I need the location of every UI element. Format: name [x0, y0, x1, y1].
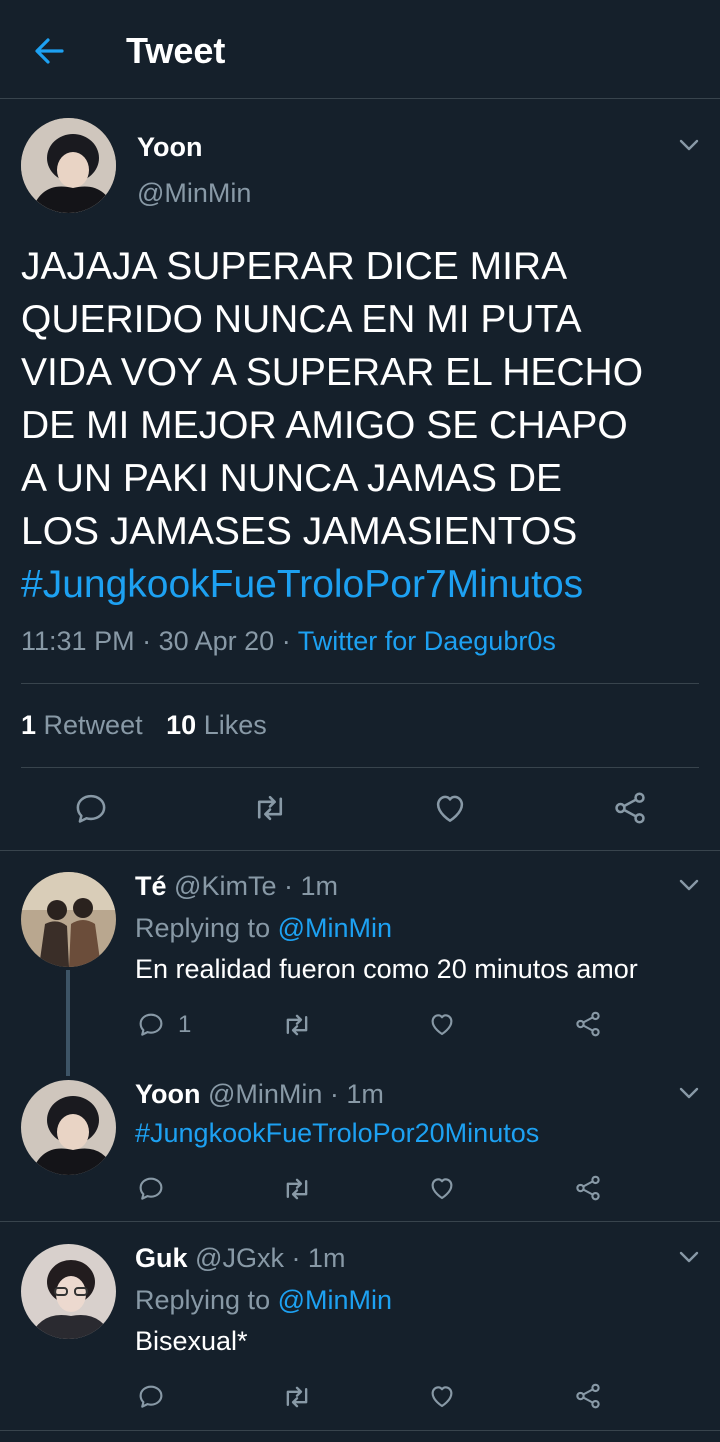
reply-icon [76, 794, 106, 823]
author-name[interactable]: Yoon [135, 1079, 200, 1109]
tweet-meta: 11:31 PM · 30 Apr 20 · Twitter for Daegu… [21, 626, 556, 657]
author-handle-time[interactable]: @JGxk · 1m [195, 1243, 345, 1273]
meta-separator: · [142, 626, 152, 656]
author-handle-time[interactable]: @KimTe · 1m [174, 871, 338, 901]
share-button[interactable] [573, 1381, 603, 1411]
replying-to-label: Replying to [135, 1285, 271, 1315]
meta-separator: · [281, 626, 291, 656]
like-button[interactable] [427, 1381, 457, 1411]
like-button[interactable] [427, 1009, 457, 1039]
share-button[interactable] [573, 1009, 603, 1039]
author-name[interactable]: Guk [135, 1243, 188, 1273]
tweet-source-link[interactable]: Twitter for Daegubr0s [298, 626, 556, 656]
reply-header: Guk @JGxk · 1m [135, 1243, 345, 1274]
chevron-down-icon [679, 879, 699, 891]
reply-button[interactable]: 1 [136, 1009, 194, 1041]
retweet-icon [286, 1386, 308, 1408]
avatar[interactable] [21, 1080, 116, 1175]
reply-text: Bisexual* [135, 1326, 248, 1356]
reply-icon [139, 1013, 163, 1036]
replying-to: Replying to @MinMin [135, 1285, 392, 1316]
retweet-button[interactable] [280, 1009, 314, 1041]
thread-line [66, 970, 70, 1076]
tweet-text: JAJAJA SUPERAR DICE MIRA QUERIDO NUNCA E… [21, 240, 643, 611]
retweet-icon [286, 1178, 308, 1200]
like-icon [431, 1014, 453, 1036]
share-icon [576, 1011, 600, 1037]
reply-icon [139, 1385, 163, 1408]
avatar[interactable] [21, 118, 116, 213]
chevron-down-icon [679, 1087, 699, 1099]
replying-to-label: Replying to [135, 913, 271, 943]
tweet-line: VIDA VOY A SUPERAR EL HECHO [21, 351, 644, 394]
tweet-line: LOS JAMASES JAMASIENTOS [21, 510, 578, 553]
divider [21, 767, 699, 768]
retweet-icon [286, 1014, 308, 1036]
replying-to-handle[interactable]: @MinMin [278, 1285, 392, 1315]
likes-stat[interactable]: 10 Likes [166, 710, 267, 740]
like-icon [431, 1386, 453, 1408]
reply-text: En realidad fueron como 20 minutos amor [135, 954, 638, 984]
replying-to: Replying to @MinMin [135, 913, 392, 944]
like-icon [436, 795, 464, 822]
author-name[interactable]: Yoon [137, 132, 202, 163]
tweet-menu[interactable] [676, 1245, 702, 1269]
retweets-label: Retweet [43, 710, 143, 740]
share-button[interactable] [611, 789, 649, 827]
reply-icon [139, 1177, 163, 1200]
tweet-menu[interactable] [676, 133, 702, 157]
divider [0, 850, 720, 851]
retweets-count: 1 [21, 710, 37, 740]
like-button[interactable] [427, 1173, 457, 1203]
tweet-date: 30 Apr 20 [158, 626, 275, 656]
header-divider [0, 98, 720, 99]
reply-button[interactable] [72, 789, 110, 827]
likes-count: 10 [166, 710, 197, 740]
chevron-down-icon [679, 139, 699, 151]
tweet-stats: 1 Retweet 10 Likes [21, 710, 267, 741]
author-handle[interactable]: @MinMin [137, 178, 251, 209]
tweet-menu[interactable] [676, 1081, 702, 1105]
share-icon [576, 1175, 600, 1201]
reply-header: Té @KimTe · 1m [135, 871, 338, 902]
divider [0, 1221, 720, 1222]
replying-to-handle[interactable]: @MinMin [278, 913, 392, 943]
divider [21, 683, 699, 684]
retweet-button[interactable] [280, 1173, 314, 1205]
header-back-button[interactable] [24, 26, 74, 76]
tweet-line: JAJAJA SUPERAR DICE MIRA [21, 245, 568, 288]
page-title: Tweet [126, 30, 226, 71]
hashtag-link[interactable]: #JungkookFueTroloPor20Minutos [135, 1118, 539, 1149]
retweets-stat[interactable]: 1 Retweet [21, 710, 150, 740]
retweet-button[interactable] [250, 789, 290, 827]
likes-label: Likes [203, 710, 267, 740]
like-icon [431, 1178, 453, 1200]
share-button[interactable] [573, 1173, 603, 1203]
retweet-icon [257, 795, 283, 821]
share-icon [576, 1383, 600, 1409]
divider [0, 1430, 720, 1431]
hashtag-link[interactable]: #JungkookFueTroloPor7Minutos [21, 558, 643, 611]
avatar[interactable] [21, 872, 116, 967]
tweet-line: QUERIDO NUNCA EN MI PUTA [21, 298, 582, 341]
reply-button[interactable] [136, 1381, 166, 1411]
retweet-button[interactable] [280, 1381, 314, 1413]
share-icon [615, 792, 645, 824]
author-handle-time[interactable]: @MinMin · 1m [208, 1079, 384, 1109]
tweet-time: 11:31 PM [21, 626, 135, 656]
chevron-down-icon [679, 1251, 699, 1263]
author-name[interactable]: Té [135, 871, 167, 901]
tweet-line: A UN PAKI NUNCA JAMAS DE [21, 457, 563, 500]
reply-header: Yoon @MinMin · 1m [135, 1079, 384, 1110]
back-arrow-icon [35, 38, 64, 64]
avatar[interactable] [21, 1244, 116, 1339]
tweet-line: DE MI MEJOR AMIGO SE CHAPO [21, 404, 628, 447]
reply-button[interactable] [136, 1173, 166, 1203]
like-button[interactable] [431, 789, 469, 827]
tweet-menu[interactable] [676, 873, 702, 897]
reply-count: 1 [178, 1011, 192, 1038]
